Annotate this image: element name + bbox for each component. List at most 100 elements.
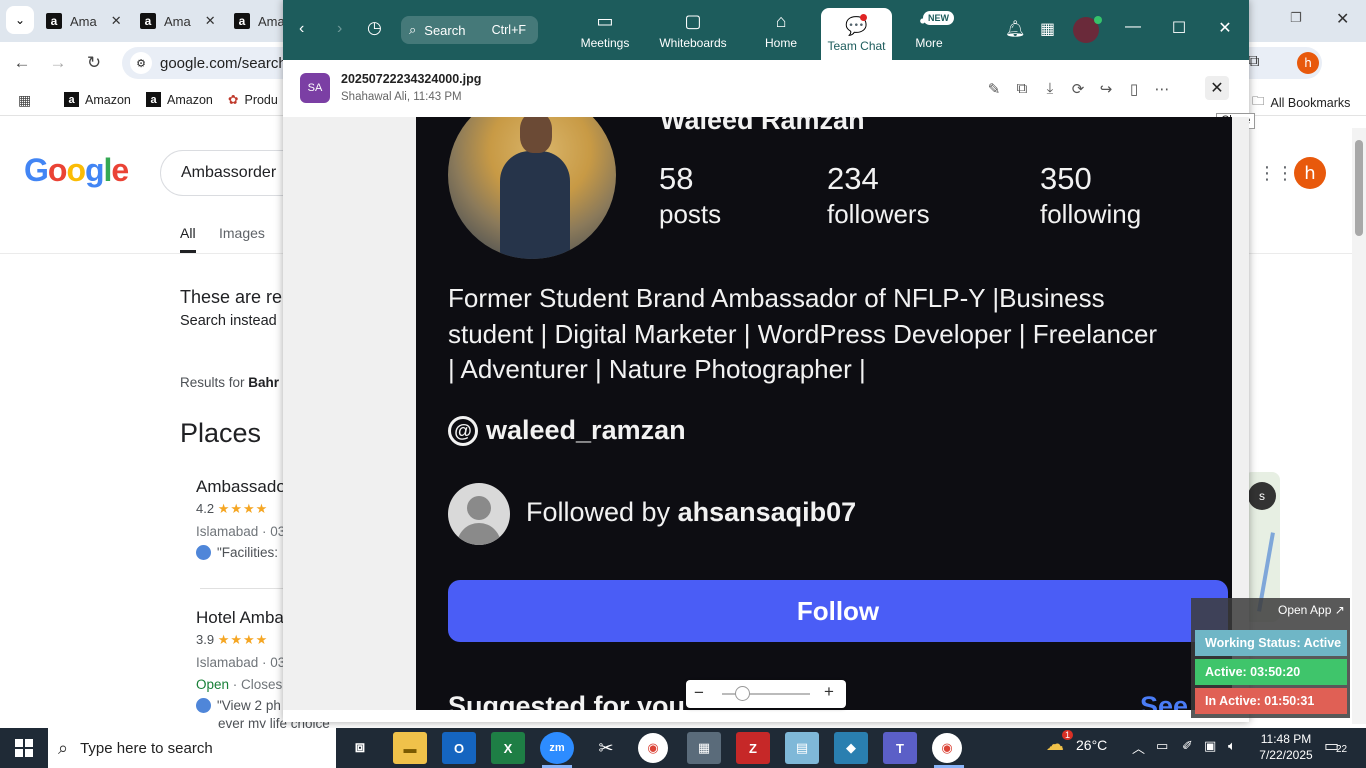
close-window-icon[interactable]: ✕ xyxy=(1213,18,1237,38)
map-pin-icon: s xyxy=(1248,482,1276,510)
google-logo[interactable]: Google xyxy=(24,152,129,189)
browser-tab[interactable]: a Ama xyxy=(234,8,285,34)
chevron-up-icon[interactable]: ︿ xyxy=(1132,738,1145,757)
zoom-slider-handle[interactable] xyxy=(735,686,750,701)
nav-more[interactable]: •••More xyxy=(907,0,951,60)
video-icon: ▭ xyxy=(596,11,614,31)
back-icon[interactable]: ‹ xyxy=(299,20,304,38)
place-location: Islamabad · 03 xyxy=(196,524,286,539)
new-badge: NEW xyxy=(923,11,954,25)
place-rating: 4.2 ★★★★ xyxy=(196,501,269,516)
nav-home[interactable]: ⌂ Home xyxy=(755,0,807,60)
active-time: Active: 03:50:20 xyxy=(1195,659,1347,685)
bell-icon[interactable]: 🔔︎ xyxy=(1005,19,1025,39)
divider xyxy=(200,588,285,589)
task-view-icon[interactable]: ⧈ xyxy=(343,732,377,764)
share-icon[interactable]: ↪ xyxy=(1096,80,1116,98)
follow-button: Follow xyxy=(448,580,1228,642)
open-app-link[interactable]: Open App ↗ xyxy=(1278,603,1345,617)
forward-icon[interactable]: → xyxy=(44,50,72,76)
bio-line: student | Digital Marketer | WordPress D… xyxy=(448,318,1158,349)
calendar-icon[interactable]: ▦ xyxy=(1040,19,1055,39)
back-icon[interactable]: ← xyxy=(8,50,36,76)
notification-center[interactable]: ▭ 22 xyxy=(1324,736,1354,760)
site-info-icon[interactable]: ⚙ xyxy=(130,52,152,74)
zoom-in-icon[interactable]: + xyxy=(824,682,834,702)
open-external-icon[interactable]: ⧉ xyxy=(1012,80,1032,97)
browser-tab[interactable]: a Ama ✕ xyxy=(46,8,122,34)
restore-window-icon[interactable]: ❐ xyxy=(1290,10,1302,26)
notification-dot xyxy=(860,14,867,21)
chrome-profile-icon[interactable]: ◉ xyxy=(932,733,962,763)
clock[interactable]: 11:48 PM 7/22/2025 xyxy=(1256,731,1316,763)
filezilla-icon[interactable]: Z xyxy=(736,732,770,764)
nav-team-chat[interactable]: 💬 Team Chat xyxy=(821,8,892,60)
maximize-icon[interactable]: ☐ xyxy=(1167,18,1191,38)
tab-search-icon[interactable]: ⌄ xyxy=(6,6,34,34)
google-account-avatar[interactable]: h xyxy=(1294,157,1326,189)
file-meta: Shahawal Ali, 11:43 PM xyxy=(341,91,462,103)
minimize-icon[interactable]: — xyxy=(1121,18,1145,36)
windows-start-icon[interactable] xyxy=(0,728,48,768)
page-scrollbar[interactable] xyxy=(1352,128,1366,724)
rotate-icon[interactable]: ⟳ xyxy=(1068,80,1088,98)
search-icon: ⌕ xyxy=(58,737,69,758)
close-viewer-button[interactable]: ✕ xyxy=(1205,76,1229,100)
chrome-icon[interactable]: ◉ xyxy=(638,733,668,763)
place-location: Islamabad · 03 xyxy=(196,655,286,670)
search-shortcut: Ctrl+F xyxy=(491,23,526,37)
reload-icon[interactable]: ↻ xyxy=(80,50,108,76)
close-tab-icon[interactable]: ✕ xyxy=(205,13,216,29)
volume-icon[interactable]: 🔈︎ xyxy=(1228,738,1236,754)
zoom-search[interactable]: ⌕ Search Ctrl+F xyxy=(401,16,538,44)
bookmark-item[interactable]: a Amazon xyxy=(64,92,131,107)
place-name[interactable]: Ambassado xyxy=(196,477,286,497)
teams-icon[interactable]: T xyxy=(883,732,917,764)
weather-widget[interactable]: ☁ 1 26°C xyxy=(1046,730,1108,755)
bookmark-icon[interactable]: ▯ xyxy=(1124,80,1144,98)
edit-icon[interactable]: ✎ xyxy=(984,80,1004,98)
zoom-out-icon[interactable]: − xyxy=(694,683,704,703)
all-bookmarks[interactable]: 🗀 All Bookmarks xyxy=(1252,92,1350,113)
apps-grid-icon[interactable]: ▦ xyxy=(18,92,31,109)
place-name[interactable]: Hotel Amba xyxy=(196,608,284,628)
star-rating-icon: ★★★★ xyxy=(217,632,269,647)
suggested-heading: Suggested for you xyxy=(448,691,686,710)
nav-meetings[interactable]: ▭ Meetings xyxy=(573,0,637,60)
google-tab-all[interactable]: All xyxy=(180,225,196,241)
extensions-icon[interactable]: ⧉ xyxy=(1248,53,1259,71)
calculator-icon[interactable]: ▦ xyxy=(687,732,721,764)
temperature: 26°C xyxy=(1076,736,1108,753)
app-icon[interactable]: ◆ xyxy=(834,732,868,764)
close-tab-icon[interactable]: ✕ xyxy=(111,13,122,29)
browser-tab[interactable]: a Ama ✕ xyxy=(140,8,216,34)
home-icon: ⌂ xyxy=(775,11,787,31)
followers-label: followers xyxy=(827,199,930,229)
download-icon[interactable]: ⤓ xyxy=(1040,80,1060,97)
followed-by: Followed by ahsansaqib07 xyxy=(526,497,857,527)
profile-avatar[interactable]: h xyxy=(1297,52,1319,74)
pen-icon[interactable]: ✐ xyxy=(1182,738,1193,754)
taskbar-search[interactable]: ⌕ Type here to search xyxy=(48,728,336,768)
google-tab-images[interactable]: Images xyxy=(219,225,265,241)
network-icon[interactable]: ▣ xyxy=(1204,738,1216,754)
forward-icon[interactable]: › xyxy=(337,20,342,38)
zoom-level-control[interactable]: − + xyxy=(686,680,846,708)
followers-count: 234 xyxy=(827,161,879,196)
more-options-icon[interactable]: ⋯ xyxy=(1152,80,1172,98)
notepad-icon[interactable]: ▤ xyxy=(785,732,819,764)
outlook-icon[interactable]: O xyxy=(442,732,476,764)
excel-icon[interactable]: X xyxy=(491,732,525,764)
nav-whiteboards[interactable]: ▢ Whiteboards xyxy=(653,0,733,60)
bookmark-item[interactable]: ✿ Produ xyxy=(228,92,278,108)
history-icon[interactable]: ◷ xyxy=(367,18,382,38)
search-instead-link[interactable]: Search instead xyxy=(180,313,277,329)
zoom-app-icon[interactable]: zm xyxy=(540,732,574,764)
scrollbar-thumb[interactable] xyxy=(1355,140,1363,236)
snipping-tool-icon[interactable]: ✂ xyxy=(589,732,623,764)
url-text: google.com/search? xyxy=(160,54,296,72)
battery-icon[interactable]: ▭ xyxy=(1156,738,1168,754)
file-explorer-icon[interactable]: ▬ xyxy=(393,732,427,764)
bookmark-item[interactable]: a Amazon xyxy=(146,92,213,107)
close-window-icon[interactable]: ✕ xyxy=(1336,9,1349,29)
